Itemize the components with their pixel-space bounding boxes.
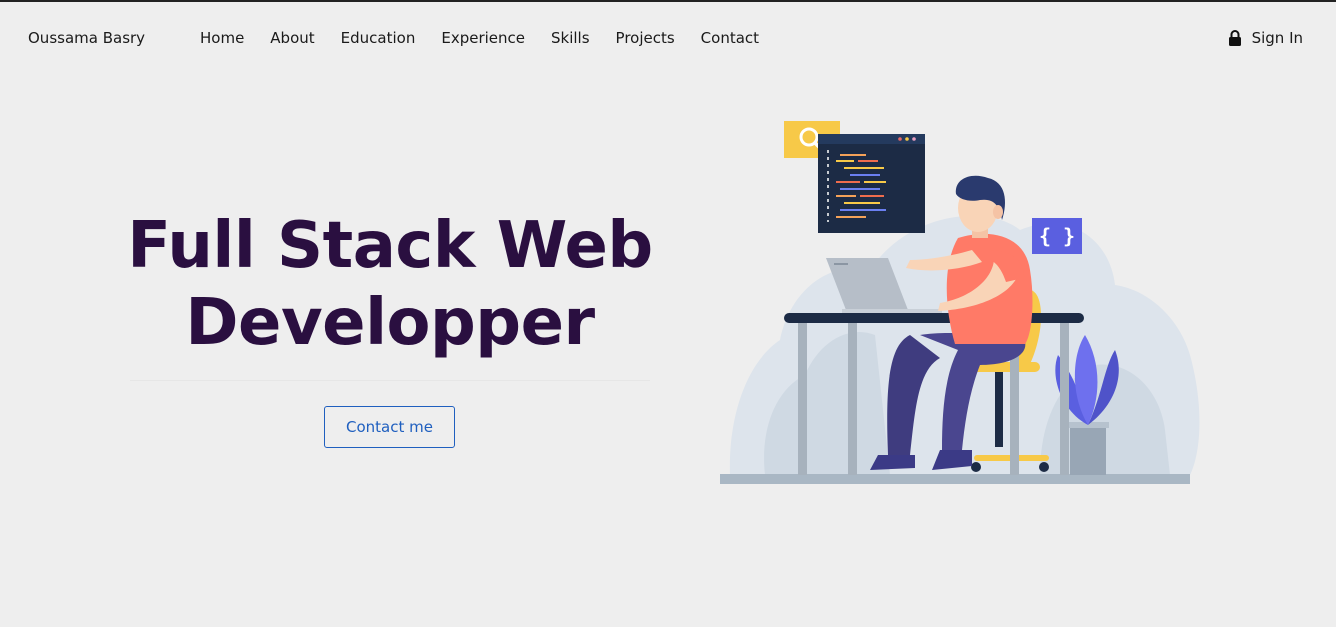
nav-link-contact[interactable]: Contact — [688, 29, 772, 47]
code-braces-icon: { } — [1032, 218, 1082, 254]
nav-link-experience[interactable]: Experience — [428, 29, 538, 47]
hero-title-line-2: Developper — [185, 286, 595, 360]
contact-me-button[interactable]: Contact me — [324, 406, 455, 448]
lock-icon — [1228, 30, 1242, 46]
brand-link[interactable]: Oussama Basry — [28, 29, 145, 47]
hero-title: Full Stack Web Developper — [120, 208, 660, 362]
nav-link-about[interactable]: About — [257, 29, 327, 47]
nav-links: Home About Education Experience Skills P… — [187, 29, 772, 47]
hero-title-line-1: Full Stack Web — [127, 209, 653, 283]
nav-link-education[interactable]: Education — [328, 29, 429, 47]
sign-in-link[interactable]: Sign In — [1228, 29, 1303, 47]
hero-divider — [130, 380, 650, 381]
nav-link-skills[interactable]: Skills — [538, 29, 603, 47]
nav-link-projects[interactable]: Projects — [603, 29, 688, 47]
sign-in-label: Sign In — [1251, 29, 1303, 47]
code-window-icon — [818, 134, 925, 233]
nav-link-home[interactable]: Home — [187, 29, 257, 47]
code-badge-text: { } — [1039, 224, 1075, 248]
navbar: Oussama Basry Home About Education Exper… — [0, 2, 1336, 72]
developer-illustration: { } — [710, 110, 1210, 495]
